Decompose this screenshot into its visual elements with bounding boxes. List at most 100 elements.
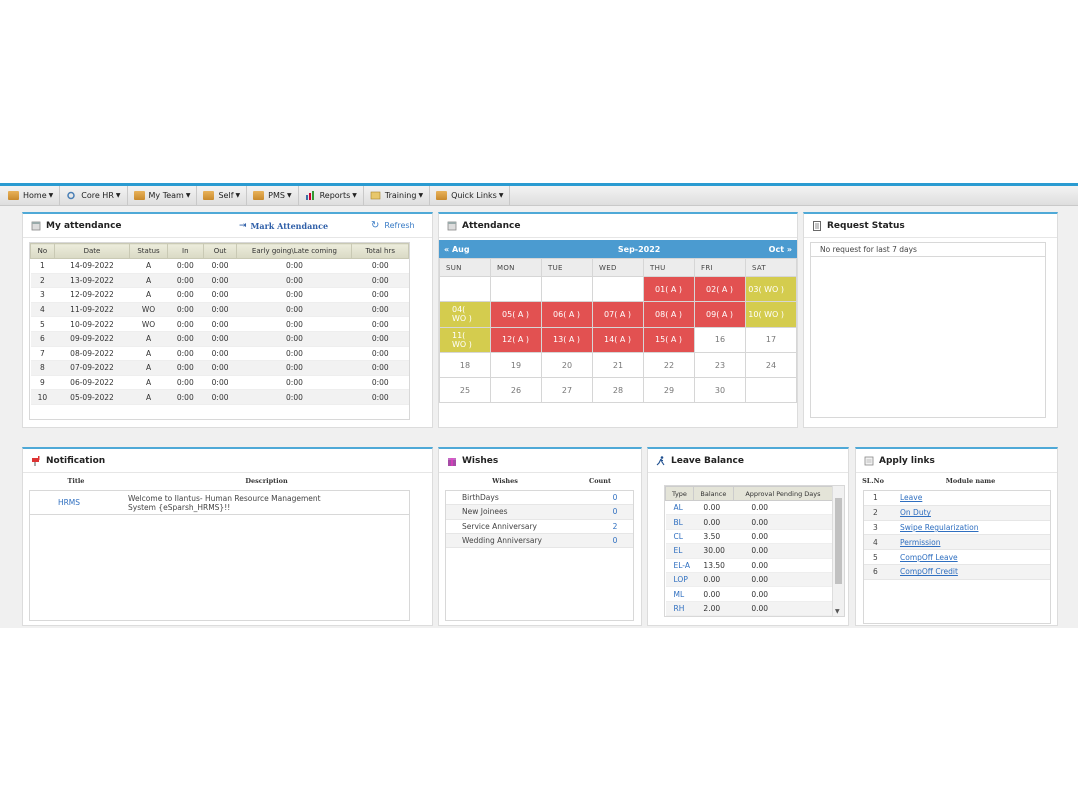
table-cell: 0:00	[203, 316, 237, 332]
table-cell: 0:00	[351, 389, 409, 405]
calendar-day[interactable]: 16	[694, 326, 746, 353]
leave-balance-scrollbar[interactable]: ▼	[832, 486, 844, 616]
calendar-day[interactable]: 14( A )	[592, 326, 644, 353]
calendar-day[interactable]: 03( WO )	[745, 275, 797, 303]
nav-item-pms[interactable]: PMS ▼	[247, 185, 299, 206]
calendar-day[interactable]: 24	[745, 351, 797, 379]
wish-label: New Joinees	[462, 507, 508, 517]
table-cell: 0:00	[203, 258, 237, 274]
dashboard: Home ▼ Core HR ▼ My Team ▼ Self ▼ PMS ▼ Reports ▼ Tr…	[0, 0, 1080, 810]
calendar-day[interactable]: 21	[592, 351, 644, 379]
calendar-day[interactable]: 20	[541, 351, 593, 379]
nav-item-home[interactable]: Home ▼	[2, 185, 61, 206]
calendar-day[interactable]: 10( WO )	[745, 301, 797, 328]
calendar-day[interactable]: 02( A )	[694, 275, 746, 303]
notification-item-title: HRMS	[57, 498, 81, 507]
calendar-day[interactable]: 13( A )	[541, 326, 593, 353]
calendar-day[interactable]: 26	[490, 377, 542, 404]
leave-type[interactable]: AL	[665, 500, 694, 516]
nav-item-my-team[interactable]: My Team ▼	[128, 185, 198, 206]
leave-type[interactable]: ML	[665, 586, 694, 602]
apply-link[interactable]: Permission	[900, 538, 940, 547]
double-left-arrow-icon: «	[444, 244, 450, 254]
calendar-day[interactable]: 06( A )	[541, 301, 593, 328]
table-row: ML 0.00 0.00	[665, 586, 833, 602]
nav-item-self[interactable]: Self ▼	[197, 185, 248, 206]
attendance-table-box: No Date Status In Out Early going\Late coming…	[29, 242, 410, 420]
wish-count[interactable]: 2	[606, 522, 624, 531]
table-cell: 0:00	[351, 316, 409, 332]
wish-count[interactable]: 0	[606, 536, 624, 545]
table-row: 7 08-09-2022 A 0:00 0:00 0:00 0:00	[30, 346, 409, 362]
leave-col-header: Type	[665, 486, 694, 501]
apply-link[interactable]: CompOff Leave	[900, 553, 958, 562]
apply-link[interactable]: CompOff Credit	[900, 567, 958, 576]
leave-type[interactable]: LOP	[665, 572, 694, 588]
leave-balance-box: Type Balance Approval Pending Days AL 0.00 0…	[664, 485, 845, 617]
wish-count[interactable]: 0	[606, 493, 624, 502]
notification-item[interactable]: HRMS Welcome to Ilantus- Human Resource …	[30, 491, 409, 515]
calendar-day[interactable]: 09( A )	[694, 301, 746, 328]
running-person-icon	[656, 455, 666, 466]
nav-item-quick-links[interactable]: Quick Links ▼	[430, 185, 511, 206]
calendar-day[interactable]: 08( A )	[643, 301, 695, 328]
nav-item-core-hr[interactable]: Core HR ▼	[60, 185, 128, 206]
calendar-day	[541, 275, 593, 303]
calendar-day[interactable]: 11( WO )	[439, 326, 491, 353]
caret-down-icon: ▼	[115, 192, 121, 199]
apply-link-no: 6	[873, 567, 878, 577]
calendar-day[interactable]: 30	[694, 377, 746, 404]
leave-type[interactable]: EL-A	[665, 558, 694, 573]
calendar-day[interactable]: 27	[541, 377, 593, 404]
calendar-day[interactable]: 07( A )	[592, 301, 644, 328]
calendar-day[interactable]: 29	[643, 377, 695, 404]
calendar-day[interactable]: 01( A )	[643, 275, 695, 303]
refresh-link[interactable]: ↻ Refresh	[371, 220, 415, 231]
scrollbar-thumb[interactable]	[835, 498, 842, 584]
leave-type[interactable]: BL	[665, 514, 694, 530]
calendar-day[interactable]: 28	[592, 377, 644, 404]
table-cell: 0:00	[236, 258, 352, 274]
mark-attendance-link[interactable]: ⇥ Mark Attendance	[239, 221, 328, 231]
my-attendance-panel: My attendance ⇥ Mark Attendance ↻ Refres…	[22, 212, 433, 428]
leave-type[interactable]: EL	[665, 543, 694, 559]
apply-link[interactable]: Leave	[900, 493, 922, 502]
wishes-list: BirthDays 0 New Joinees 0 Service Anniversar…	[446, 491, 633, 549]
request-status-panel: Request Status No request for last 7 day…	[803, 212, 1058, 428]
nav-item-reports[interactable]: Reports ▼	[299, 185, 364, 206]
table-cell: A	[129, 287, 168, 303]
attendance-col-header: Out	[202, 243, 238, 259]
scroll-down-icon[interactable]: ▼	[835, 608, 840, 615]
calendar-day[interactable]: 25	[439, 377, 491, 404]
wish-label: Wedding Anniversary	[462, 536, 542, 546]
apply-link[interactable]: Swipe Regularization	[900, 523, 979, 532]
table-cell: 0:00	[203, 360, 237, 376]
calendar-day[interactable]: 04( WO )	[439, 301, 491, 328]
table-cell: 0:00	[167, 389, 204, 405]
leave-type[interactable]: RH	[665, 601, 694, 616]
mark-attendance-label: Mark Attendance	[250, 220, 329, 231]
calendar-day[interactable]: 23	[694, 351, 746, 379]
leave-type[interactable]: CL	[665, 529, 694, 545]
nav-item-training[interactable]: Training ▼	[364, 185, 431, 206]
calendar-day[interactable]: 15( A )	[643, 326, 695, 353]
attendance-col-header: Status	[129, 243, 168, 259]
wish-count[interactable]: 0	[606, 507, 624, 516]
weekday-header: SAT	[745, 258, 797, 277]
apply-link[interactable]: On Duty	[900, 508, 931, 517]
nav-label: Reports	[319, 191, 351, 200]
main-navbar: Home ▼ Core HR ▼ My Team ▼ Self ▼ PMS ▼ Reports ▼ Tr…	[0, 185, 1078, 206]
calendar-day[interactable]: 12( A )	[490, 326, 542, 353]
calendar-day[interactable]: 05( A )	[490, 301, 542, 328]
table-cell: 0:00	[236, 273, 352, 289]
table-row: AL 0.00 0.00	[665, 500, 833, 516]
table-cell: 3	[30, 287, 55, 303]
table-row: BL 0.00 0.00	[665, 514, 833, 530]
calendar-day[interactable]: 17	[745, 326, 797, 353]
next-month-button[interactable]: Oct »	[769, 245, 792, 254]
calendar-day[interactable]: 19	[490, 351, 542, 379]
calendar-day[interactable]: 18	[439, 351, 491, 379]
calendar-day[interactable]: 22	[643, 351, 695, 379]
weekday-header: FRI	[694, 258, 746, 277]
prev-month-button[interactable]: « Aug	[444, 245, 470, 254]
